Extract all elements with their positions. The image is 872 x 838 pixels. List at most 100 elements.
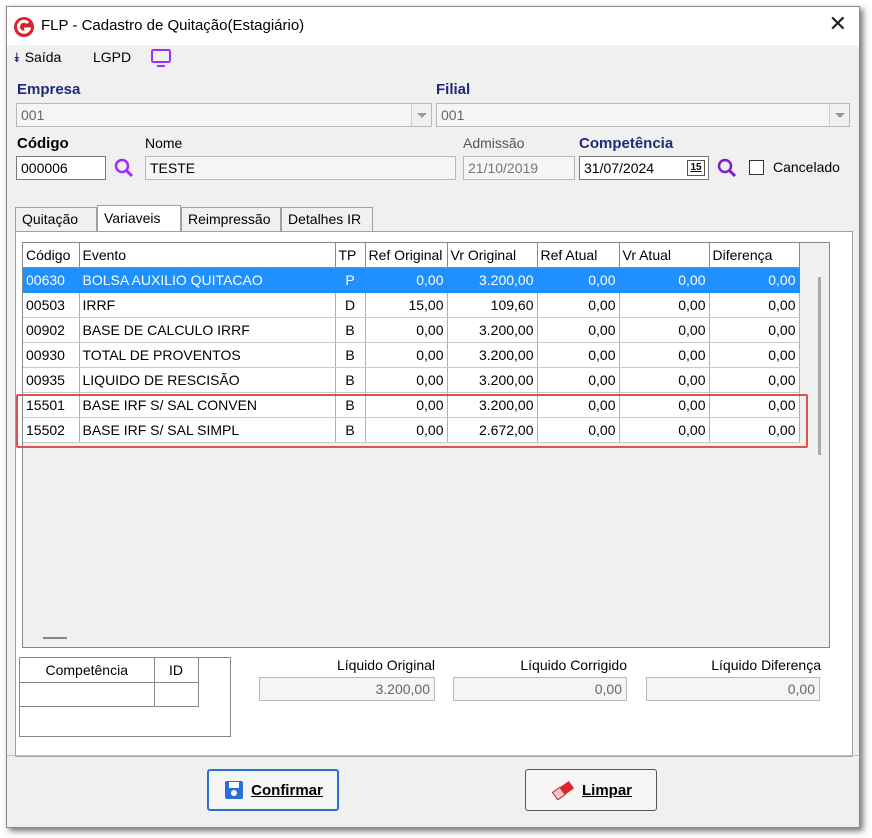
col-header-vr-original[interactable]: Vr Original bbox=[447, 243, 538, 268]
cell-ref-original[interactable]: 0,00 bbox=[365, 392, 448, 418]
tab-variaveis[interactable]: Variaveis bbox=[97, 205, 181, 231]
cell-codigo[interactable]: 00902 bbox=[23, 317, 80, 343]
cell-evento[interactable]: BASE DE CALCULO IRRF bbox=[79, 317, 336, 343]
tab-detalhes-ir[interactable]: Detalhes IR bbox=[281, 207, 373, 231]
cell-vr-original[interactable]: 3.200,00 bbox=[447, 342, 538, 368]
tab-quitacao[interactable]: Quitação bbox=[15, 207, 97, 231]
competencia-date-input[interactable]: 31/07/2024 15 bbox=[579, 156, 709, 180]
cell-codigo[interactable]: 00503 bbox=[23, 292, 80, 318]
close-button[interactable]: ✕ bbox=[829, 13, 847, 35]
cell-evento[interactable]: IRRF bbox=[79, 292, 336, 318]
tab-reimpressao[interactable]: Reimpressão bbox=[181, 207, 281, 231]
col-header-id[interactable]: ID bbox=[154, 658, 199, 683]
cell-codigo[interactable]: 00935 bbox=[23, 367, 80, 393]
cell-ref-original[interactable]: 0,00 bbox=[365, 417, 448, 443]
cell-vr-original[interactable]: 3.200,00 bbox=[447, 367, 538, 393]
cell-vr-original[interactable]: 3.200,00 bbox=[447, 317, 538, 343]
competencia-id-grid[interactable]: Competência ID bbox=[19, 657, 231, 737]
cell-vr-atual[interactable]: 0,00 bbox=[619, 417, 710, 443]
codigo-input[interactable]: 000006 bbox=[16, 156, 106, 180]
cell-tp[interactable]: D bbox=[335, 292, 366, 318]
search-icon[interactable] bbox=[113, 157, 135, 179]
cell-diferenca[interactable]: 0,00 bbox=[709, 417, 800, 443]
cell-vr-atual[interactable]: 0,00 bbox=[619, 267, 710, 293]
table-row[interactable]: 15502 BASE IRF S/ SAL SIMPL B 0,00 2.672,00 0… bbox=[23, 417, 800, 443]
cell-vr-atual[interactable]: 0,00 bbox=[619, 317, 710, 343]
app-logo-icon bbox=[14, 17, 34, 37]
cell-ref-atual[interactable]: 0,00 bbox=[537, 317, 620, 343]
cell-tp[interactable]: B bbox=[335, 392, 366, 418]
cell-codigo[interactable]: 00630 bbox=[23, 267, 80, 293]
col-header-ref-original[interactable]: Ref Original bbox=[365, 243, 448, 268]
menu-lgpd[interactable]: LGPD bbox=[93, 49, 131, 65]
cell-vr-original[interactable]: 3.200,00 bbox=[447, 392, 538, 418]
cell-ref-atual[interactable]: 0,00 bbox=[537, 367, 620, 393]
col-header-vr-atual[interactable]: Vr Atual bbox=[619, 243, 710, 268]
cell-ref-atual[interactable]: 0,00 bbox=[537, 267, 620, 293]
cell-ref-atual[interactable]: 0,00 bbox=[537, 417, 620, 443]
cell-vr-atual[interactable]: 0,00 bbox=[619, 292, 710, 318]
col-header-evento[interactable]: Evento bbox=[79, 243, 336, 268]
col-header-competencia[interactable]: Competência bbox=[20, 658, 155, 683]
cell-codigo[interactable]: 15501 bbox=[23, 392, 80, 418]
cell-diferenca[interactable]: 0,00 bbox=[709, 342, 800, 368]
cancelado-checkbox[interactable] bbox=[749, 160, 764, 175]
chevron-down-icon[interactable] bbox=[829, 104, 849, 126]
cell-diferenca[interactable]: 0,00 bbox=[709, 317, 800, 343]
cell-vr-original[interactable]: 109,60 bbox=[447, 292, 538, 318]
menu-saida[interactable]: ⯯ Saída bbox=[13, 49, 61, 66]
cell-evento[interactable]: BASE IRF S/ SAL CONVEN bbox=[79, 392, 336, 418]
col-header-ref-atual[interactable]: Ref Atual bbox=[537, 243, 620, 268]
cell-vr-atual[interactable]: 0,00 bbox=[619, 342, 710, 368]
cell-tp[interactable]: B bbox=[335, 367, 366, 393]
cell-tp[interactable]: B bbox=[335, 317, 366, 343]
table-row[interactable]: 00503 IRRF D 15,00 109,60 0,00 0,00 0,00 bbox=[23, 292, 800, 318]
cell-ref-original[interactable]: 15,00 bbox=[365, 292, 448, 318]
cell-ref-atual[interactable]: 0,00 bbox=[537, 292, 620, 318]
col-header-tp[interactable]: TP bbox=[335, 243, 366, 268]
cell-codigo[interactable]: 00930 bbox=[23, 342, 80, 368]
empresa-combo[interactable]: 001 bbox=[16, 103, 432, 127]
calendar-icon[interactable]: 15 bbox=[687, 160, 705, 176]
cell-ref-atual[interactable]: 0,00 bbox=[537, 342, 620, 368]
cell-ref-original[interactable]: 0,00 bbox=[365, 367, 448, 393]
cell-tp[interactable]: B bbox=[335, 342, 366, 368]
cell-ref-original[interactable]: 0,00 bbox=[365, 317, 448, 343]
cell-vr-atual[interactable]: 0,00 bbox=[619, 367, 710, 393]
cell-tp[interactable]: B bbox=[335, 417, 366, 443]
table-row[interactable]: 00902 BASE DE CALCULO IRRF B 0,00 3.200,00 0,… bbox=[23, 317, 800, 343]
cell-diferenca[interactable]: 0,00 bbox=[709, 392, 800, 418]
cell-tp[interactable]: P bbox=[335, 267, 366, 293]
horizontal-scrollbar[interactable] bbox=[43, 637, 67, 639]
cell-evento[interactable]: LIQUIDO DE RESCISÃO bbox=[79, 367, 336, 393]
cell-vr-original[interactable]: 2.672,00 bbox=[447, 417, 538, 443]
cell-diferenca[interactable]: 0,00 bbox=[709, 367, 800, 393]
filial-combo[interactable]: 001 bbox=[436, 103, 850, 127]
cell-diferenca[interactable]: 0,00 bbox=[709, 292, 800, 318]
monitor-icon[interactable] bbox=[150, 48, 172, 68]
liquido-diferenca-field: 0,00 bbox=[646, 677, 820, 701]
cell-vr-original[interactable]: 3.200,00 bbox=[447, 267, 538, 293]
cell-evento[interactable]: BASE IRF S/ SAL SIMPL bbox=[79, 417, 336, 443]
cell-evento[interactable]: BOLSA AUXILIO QUITACAO bbox=[79, 267, 336, 293]
cell-evento[interactable]: TOTAL DE PROVENTOS bbox=[79, 342, 336, 368]
search-icon[interactable] bbox=[716, 157, 738, 179]
table-row[interactable]: 00630 BOLSA AUXILIO QUITACAO P 0,00 3.200,00… bbox=[23, 267, 800, 293]
table-row[interactable]: 15501 BASE IRF S/ SAL CONVEN B 0,00 3.200,00… bbox=[23, 392, 800, 418]
chevron-down-icon[interactable] bbox=[411, 104, 431, 126]
events-grid[interactable]: Código Evento TP Ref Original Vr Origina… bbox=[22, 242, 830, 648]
cell-ref-original[interactable]: 0,00 bbox=[365, 342, 448, 368]
limpar-button[interactable]: Limpar bbox=[525, 769, 657, 811]
cell-codigo[interactable]: 15502 bbox=[23, 417, 80, 443]
table-row[interactable] bbox=[20, 682, 199, 707]
cell-ref-original[interactable]: 0,00 bbox=[365, 267, 448, 293]
table-row[interactable]: 00930 TOTAL DE PROVENTOS B 0,00 3.200,00 0,00… bbox=[23, 342, 800, 368]
vertical-scrollbar[interactable] bbox=[818, 277, 821, 455]
cell-diferenca[interactable]: 0,00 bbox=[709, 267, 800, 293]
cell-vr-atual[interactable]: 0,00 bbox=[619, 392, 710, 418]
col-header-codigo[interactable]: Código bbox=[23, 243, 80, 268]
confirmar-button[interactable]: Confirmar bbox=[207, 769, 339, 811]
col-header-diferenca[interactable]: Diferença bbox=[709, 243, 800, 268]
cell-ref-atual[interactable]: 0,00 bbox=[537, 392, 620, 418]
table-row[interactable]: 00935 LIQUIDO DE RESCISÃO B 0,00 3.200,00 0,0… bbox=[23, 367, 800, 393]
